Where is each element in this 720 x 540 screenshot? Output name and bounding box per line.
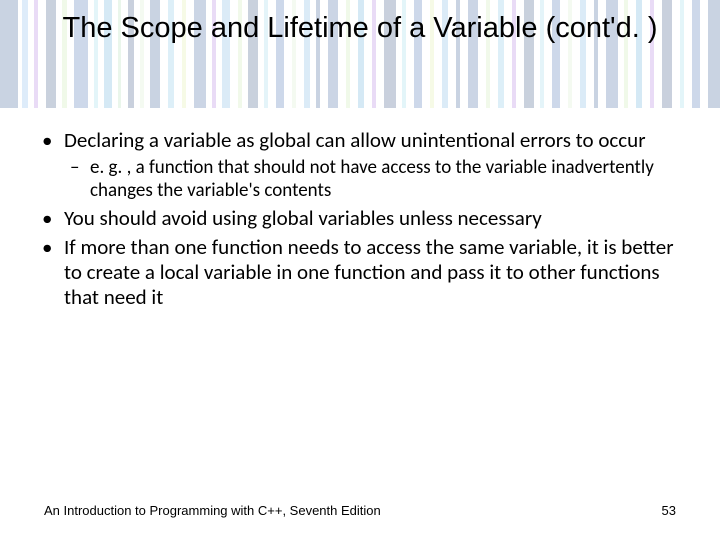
slide-title: The Scope and Lifetime of a Variable (co… [0,10,720,46]
bullet-item: If more than one function needs to acces… [36,235,684,309]
bullet-item: You should avoid using global variables … [36,206,684,231]
footer-source: An Introduction to Programming with C++,… [44,503,381,518]
bullet-item: Declaring a variable as global can allow… [36,128,684,202]
footer-page-number: 53 [662,503,676,518]
sub-bullet-item: e. g. , a function that should not have … [64,157,684,203]
bullet-text: Declaring a variable as global can allow… [64,127,646,153]
slide-body: Declaring a variable as global can allow… [36,128,684,313]
sub-bullet-text: e. g. , a function that should not have … [90,156,654,202]
bullet-text: You should avoid using global variables … [64,205,542,231]
bullet-text: If more than one function needs to acces… [64,234,674,310]
